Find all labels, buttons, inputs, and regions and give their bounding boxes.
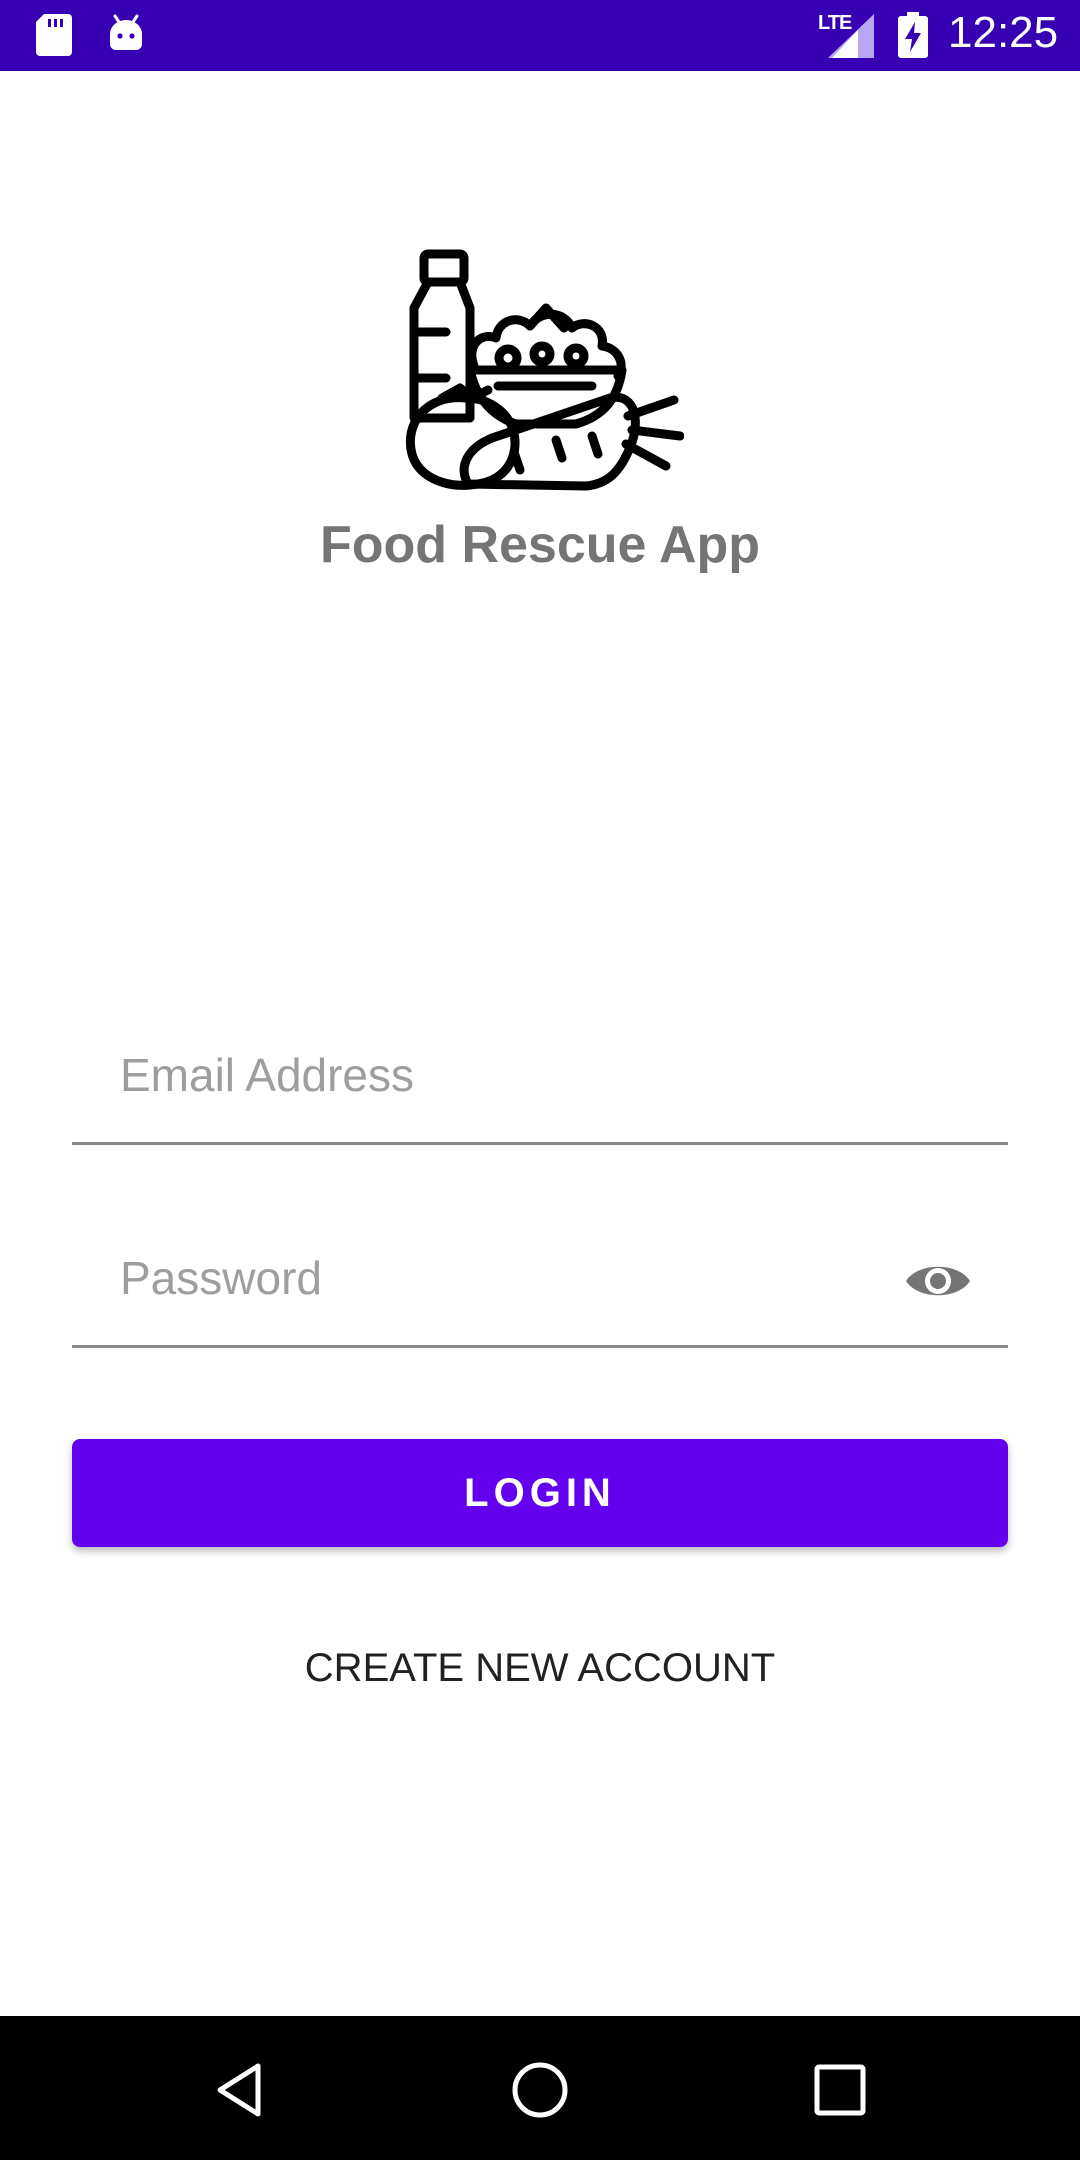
- navigation-bar: [0, 2016, 1080, 2160]
- android-icon: [110, 14, 142, 50]
- password-field-container: [72, 1218, 1008, 1348]
- battery-charging-icon: [898, 12, 928, 58]
- status-clock: 12:25: [948, 8, 1059, 57]
- app-title: Food Rescue App: [319, 516, 761, 574]
- email-field-container: [72, 1015, 1008, 1145]
- eye-icon[interactable]: [904, 1258, 972, 1304]
- back-icon[interactable]: [210, 2060, 270, 2120]
- home-icon[interactable]: [510, 2060, 570, 2120]
- login-button[interactable]: LOGIN: [72, 1439, 1008, 1547]
- email-input[interactable]: [120, 1035, 900, 1115]
- password-input[interactable]: [120, 1238, 900, 1318]
- signal-icon: [828, 14, 874, 58]
- sd-card-icon: [36, 14, 72, 56]
- create-account-button[interactable]: CREATE NEW ACCOUNT: [240, 1630, 840, 1706]
- recents-icon[interactable]: [810, 2060, 870, 2120]
- status-bar: LTE 12:25: [0, 0, 1080, 71]
- groceries-logo-icon: [406, 249, 684, 491]
- login-screen: LTE 12:25 Food Rescue App Email Address …: [0, 0, 1080, 2160]
